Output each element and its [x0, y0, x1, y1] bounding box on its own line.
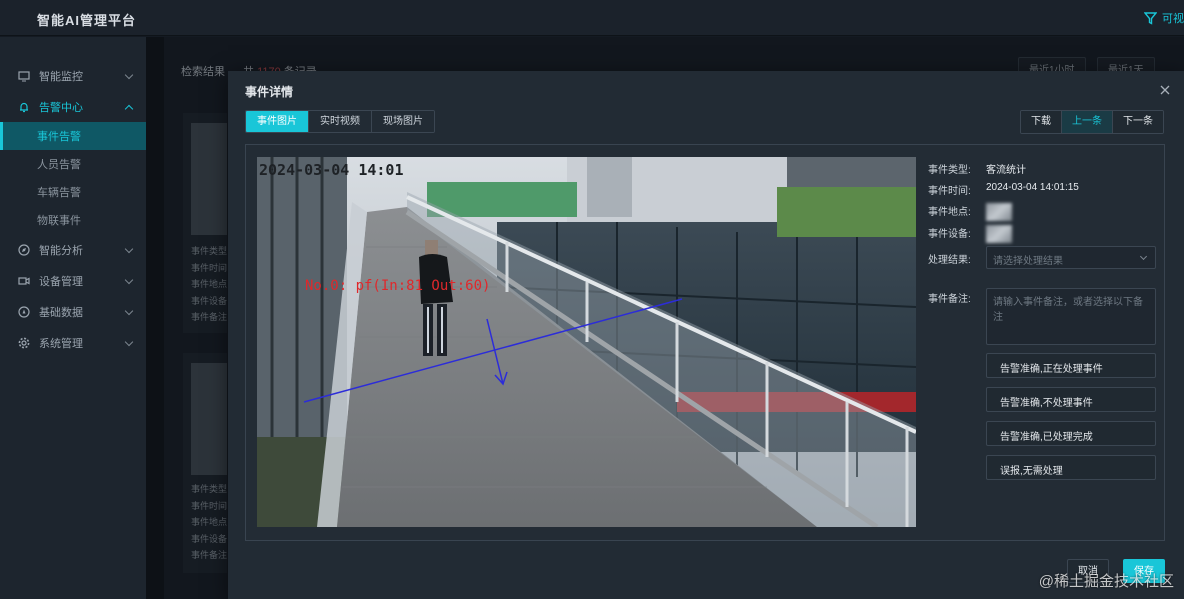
sidebar-subitem-person-alarm[interactable]: 人员告警 [0, 150, 146, 178]
type-value: 客流统计 [986, 165, 1026, 176]
gear-icon [18, 337, 30, 349]
top-bar: 智能AI管理平台 可视 [0, 0, 1184, 36]
result-placeholder: 请选择处理结果 [993, 256, 1063, 267]
sidebar-item-monitor[interactable]: 智能监控 [0, 60, 146, 91]
result-label: 处理结果: [928, 255, 971, 266]
type-label: 事件类型: [928, 165, 971, 176]
prev-button[interactable]: 上一条 [1062, 111, 1113, 133]
download-button[interactable]: 下载 [1021, 111, 1062, 133]
top-right-label: 可视 [1162, 13, 1184, 25]
sidebar: 智能监控 告警中心 事件告警 人员告警 车辆告警 物联事件 智能分析 设备管理 … [0, 37, 146, 599]
tab-event-image[interactable]: 事件图片 [246, 111, 309, 132]
compass-icon [18, 243, 30, 256]
sidebar-item-label: 智能分析 [39, 244, 83, 257]
chevron-down-icon [124, 275, 134, 285]
result-select[interactable]: 请选择处理结果 [986, 246, 1156, 269]
event-image-scene: No.0: pf(In:81 Out:60) 2024-03-04 14:01 [257, 157, 916, 527]
sidebar-item-system[interactable]: 系统管理 [0, 327, 146, 358]
chevron-down-icon [124, 306, 134, 316]
sidebar-item-label: 设备管理 [39, 275, 83, 288]
sidebar-item-analysis[interactable]: 智能分析 [0, 234, 146, 265]
quick-remark-button[interactable]: 告警准确,不处理事件 [986, 387, 1156, 412]
chevron-down-icon [1139, 252, 1148, 261]
sidebar-subitem-vehicle-alarm[interactable]: 车辆告警 [0, 178, 146, 206]
monitor-icon [18, 70, 30, 82]
sidebar-item-label: 智能监控 [39, 70, 83, 83]
filter-icon [1144, 11, 1157, 25]
sidebar-item-label: 告警中心 [39, 101, 83, 114]
event-detail-modal: 事件详情 事件图片 实时视频 现场图片 下载 上一条 下一条 No.0: pf(… [228, 71, 1184, 599]
chevron-down-icon [124, 244, 134, 254]
watermark: @稀土掘金技术社区 [1038, 573, 1174, 590]
quick-remark-button[interactable]: 告警准确,正在处理事件 [986, 353, 1156, 378]
chevron-down-icon [124, 70, 134, 80]
app-title: 智能AI管理平台 [37, 13, 137, 28]
chevron-down-icon [124, 337, 134, 347]
bell-icon [18, 101, 30, 113]
modal-title: 事件详情 [245, 85, 294, 99]
location-label: 事件地点: [928, 207, 971, 218]
time-label: 事件时间: [928, 186, 971, 197]
quick-remark-button[interactable]: 告警准确,已处理完成 [986, 421, 1156, 446]
sidebar-gutter [146, 37, 164, 599]
close-icon[interactable] [1158, 83, 1172, 97]
location-value-redacted [986, 203, 1012, 221]
next-button[interactable]: 下一条 [1113, 111, 1163, 133]
sidebar-item-label: 基础数据 [39, 306, 83, 319]
top-right-link[interactable]: 可视 [1144, 10, 1184, 26]
time-value: 2024-03-04 14:01:15 [986, 182, 1079, 193]
sidebar-subitem-iot-event[interactable]: 物联事件 [0, 206, 146, 234]
svg-text:2024-03-04 14:01: 2024-03-04 14:01 [259, 161, 404, 179]
remark-textarea[interactable]: 请输入事件备注，或者选择以下备注 [986, 288, 1156, 345]
event-image[interactable]: No.0: pf(In:81 Out:60) 2024-03-04 14:01 [257, 157, 916, 527]
sidebar-item-label: 系统管理 [39, 337, 83, 350]
device-label: 事件设备: [928, 229, 971, 240]
sidebar-item-alarm-center[interactable]: 告警中心 [0, 91, 146, 122]
camera-icon [18, 275, 30, 287]
sidebar-item-basic-data[interactable]: 基础数据 [0, 296, 146, 327]
compass2-icon [18, 305, 30, 318]
svg-text:No.0: pf(In:81 Out:60): No.0: pf(In:81 Out:60) [305, 278, 490, 294]
sidebar-subitem-event-alarm[interactable]: 事件告警 [0, 122, 146, 150]
record-nav: 下载 上一条 下一条 [1020, 110, 1164, 134]
tab-scene-image[interactable]: 现场图片 [372, 111, 434, 132]
quick-remark-button[interactable]: 误报,无需处理 [986, 455, 1156, 480]
tab-live-video[interactable]: 实时视频 [309, 111, 372, 132]
media-tabs: 事件图片 实时视频 现场图片 [245, 110, 435, 133]
chevron-up-icon [124, 104, 134, 114]
remark-label: 事件备注: [928, 294, 971, 305]
device-value-redacted [986, 225, 1012, 243]
sidebar-item-devices[interactable]: 设备管理 [0, 265, 146, 296]
